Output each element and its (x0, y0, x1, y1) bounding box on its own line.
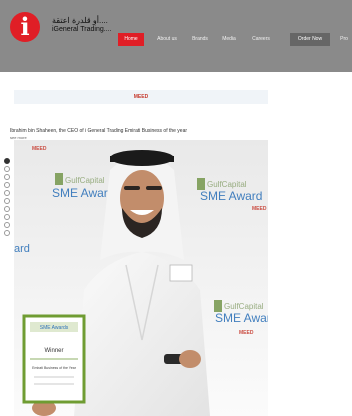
watermark-award-1: SME Awar (52, 186, 108, 200)
nav-careers[interactable]: Careers (248, 33, 274, 46)
certificate-subtitle: Emirati Business of the Year (32, 366, 77, 370)
slider-dot-6[interactable] (4, 198, 10, 204)
watermark-brand-3: GulfCapital (224, 302, 264, 311)
brand-english-name: iGeneral Trading.... (52, 26, 112, 33)
watermark-meed-3: MEED (239, 330, 254, 336)
article-caption: Ibrahim bin Shaheen, the CEO of i Genera… (10, 128, 188, 134)
slider-dot-2[interactable] (4, 166, 10, 172)
slider-dots (1, 158, 15, 248)
award-certificate: SME Awards Winner Emirati Business of th… (22, 314, 86, 404)
slider-dot-7[interactable] (4, 206, 10, 212)
watermark-award-3: SME Awar (215, 311, 268, 325)
site-header: i أو قلدرة اعتقة.... iGeneral Trading...… (0, 0, 352, 72)
slider-dot-8[interactable] (4, 214, 10, 220)
slider-dot-5[interactable] (4, 190, 10, 196)
slider-dot-4[interactable] (4, 182, 10, 188)
nav-brands[interactable]: Brands (188, 33, 212, 46)
slider-dot-1[interactable] (4, 158, 10, 164)
award-photo: GulfCapital SME Awar GulfCapital SME Awa… (14, 140, 268, 416)
watermark-award-2: SME Award (200, 189, 262, 203)
slider-dot-9[interactable] (4, 222, 10, 228)
nav-media[interactable]: Media (218, 33, 240, 46)
logo-icon[interactable]: i (10, 12, 40, 42)
watermark-brand-1: GulfCapital (65, 176, 105, 185)
meed-banner: MEED (14, 90, 268, 104)
logo-glyph: i (20, 12, 30, 41)
certificate-logo: SME Awards (40, 325, 69, 331)
watermark-brand-2: GulfCapital (207, 180, 247, 189)
brand-arabic-name: أو قلدرة اعتقة.... (52, 16, 108, 25)
main-content: MEED Ibrahim bin Shaheen, the CEO of i G… (0, 72, 352, 416)
slider-dot-10[interactable] (4, 230, 10, 236)
nav-pro[interactable]: Pro (336, 33, 352, 46)
watermark-award-left: ard (14, 243, 30, 255)
meed-banner-label: MEED (133, 94, 149, 100)
watermark-meed-2: MEED (252, 206, 267, 212)
slider-dot-3[interactable] (4, 174, 10, 180)
certificate-title: Winner (44, 348, 63, 354)
nav-home[interactable]: Home (118, 33, 144, 46)
watermark-meed-1: MEED (32, 146, 47, 152)
nav-order-now[interactable]: Order Now (290, 33, 330, 46)
award-photo-illustration: GulfCapital SME Awar GulfCapital SME Awa… (14, 140, 268, 416)
nav-about-us[interactable]: About us (152, 33, 182, 46)
